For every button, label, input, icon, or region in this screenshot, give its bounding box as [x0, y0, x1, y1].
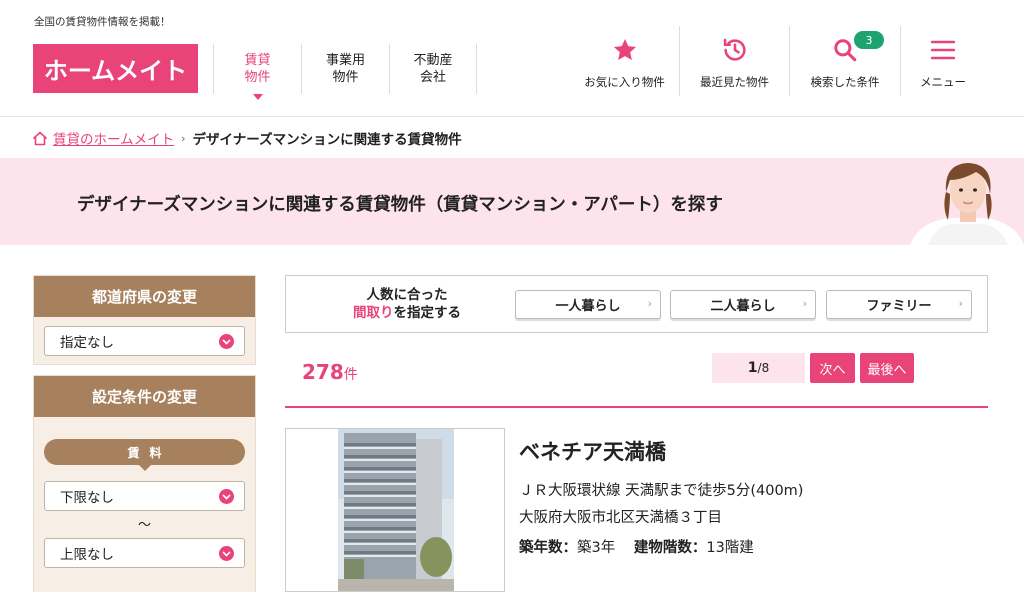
rent-min-value: 下限なし — [60, 490, 114, 506]
nav-real-estate-company[interactable]: 不動産 会社 — [389, 44, 477, 94]
menu-button[interactable]: メニュー — [901, 26, 985, 96]
total-pages: /8 — [757, 361, 770, 375]
favorites-label: お気に入り物件 — [584, 75, 665, 89]
prefecture-panel: 都道府県の変更 指定なし — [33, 275, 256, 365]
single-living-button[interactable]: 一人暮らし › — [515, 290, 661, 319]
floors-value: 13階建 — [706, 540, 754, 556]
rent-max-value: 上限なし — [60, 547, 114, 563]
layout-filter-box: 人数に合った 間取りを指定する 一人暮らし › 二人暮らし › ファミリー › — [285, 275, 988, 333]
chevron-right-icon: › — [958, 297, 963, 310]
rent-min-select[interactable]: 下限なし — [44, 481, 245, 511]
layout-label-highlight: 間取り — [353, 305, 394, 321]
breadcrumb-separator: › — [181, 131, 186, 145]
site-tagline: 全国の賃貸物件情報を掲載！ — [34, 16, 171, 28]
page-title: デザイナーズマンションに関連する賃貸物件（賃貸マンション・アパート）を探す — [77, 195, 723, 215]
next-page-button[interactable]: 次へ — [810, 353, 855, 383]
home-icon — [32, 131, 48, 146]
menu-label: メニュー — [920, 75, 966, 89]
nav-label-line1: 事業用 — [325, 53, 365, 68]
results-divider — [285, 406, 988, 408]
last-page-button[interactable]: 最後へ — [860, 353, 914, 383]
chevron-right-icon: › — [802, 297, 807, 310]
chevron-right-icon: › — [647, 297, 652, 310]
result-count-number: 278 — [302, 360, 344, 384]
chevron-down-icon — [219, 334, 234, 349]
breadcrumb: 賃貸のホームメイト › デザイナーズマンションに関連する賃貸物件 — [32, 128, 462, 148]
active-caret-icon — [252, 94, 263, 100]
recently-viewed-button[interactable]: 最近見た物件 — [680, 26, 789, 96]
chevron-down-icon — [219, 489, 234, 504]
range-tilde: ～ — [137, 518, 151, 533]
prefecture-select[interactable]: 指定なし — [44, 326, 245, 356]
nav-rental-property[interactable]: 賃貸 物件 — [213, 44, 301, 100]
favorites-button[interactable]: お気に入り物件 — [570, 26, 679, 96]
breadcrumb-current: デザイナーズマンションに関連する賃貸物件 — [192, 132, 462, 148]
main-nav: 賃貸 物件 事業用 物件 不動産 会社 — [213, 44, 477, 100]
nav-label-line2: 会社 — [419, 70, 446, 85]
utility-nav: お気に入り物件 最近見た物件 3 検索した条件 メニュー — [570, 26, 985, 96]
layout-label-line1: 人数に合った — [366, 287, 448, 303]
history-icon — [721, 35, 749, 65]
single-living-label: 一人暮らし — [555, 299, 621, 314]
rent-label-pill: 賃料 — [44, 439, 245, 471]
site-header: 全国の賃貸物件情報を掲載！ ホームメイト 賃貸 物件 事業用 物件 不動産 会社… — [0, 0, 1024, 117]
page-indicator: 1/8 — [712, 353, 805, 383]
conditions-panel: 設定条件の変更 賃料 下限なし ～ 上限なし — [33, 375, 256, 592]
nav-label-line2: 物件 — [244, 70, 271, 85]
saved-search-count-badge: 3 — [854, 31, 884, 49]
property-access: ＪＲ大阪環状線 天満駅まで徒歩5分(400m) — [519, 483, 804, 499]
recently-viewed-label: 最近見た物件 — [700, 75, 769, 89]
prefecture-panel-title: 都道府県の変更 — [34, 276, 255, 317]
mascot-person-image — [910, 163, 1024, 245]
rent-max-select[interactable]: 上限なし — [44, 538, 245, 568]
family-button[interactable]: ファミリー › — [826, 290, 972, 319]
result-count: 278件 — [302, 360, 358, 384]
prefecture-select-value: 指定なし — [60, 335, 114, 351]
age-label: 築年数： — [519, 540, 577, 556]
layout-label-rest: を指定する — [393, 305, 462, 321]
homemate-logo[interactable]: ホームメイト — [33, 44, 198, 93]
building-photo — [286, 429, 504, 591]
result-count-unit: 件 — [343, 367, 358, 383]
nav-label-line1: 不動産 — [413, 53, 453, 68]
chevron-down-icon — [219, 546, 234, 561]
property-thumbnail[interactable] — [285, 428, 505, 592]
rent-label: 賃料 — [127, 445, 172, 460]
age-value: 築3年 — [577, 540, 616, 556]
pill-caret-icon — [138, 465, 151, 471]
star-icon — [612, 35, 638, 65]
saved-search-button[interactable]: 3 検索した条件 — [790, 26, 900, 96]
layout-filter-label: 人数に合った 間取りを指定する — [342, 286, 472, 322]
couple-living-label: 二人暮らし — [710, 299, 776, 314]
page-banner: デザイナーズマンションに関連する賃貸物件（賃貸マンション・アパート）を探す — [0, 158, 1024, 245]
family-label: ファミリー — [866, 299, 932, 314]
floors-label: 建物階数： — [633, 540, 707, 556]
nav-label-line2: 物件 — [332, 70, 359, 85]
menu-icon — [930, 35, 956, 65]
current-page: 1 — [747, 360, 758, 376]
property-name[interactable]: ベネチア天満橋 — [519, 436, 666, 466]
nav-label-line1: 賃貸 — [244, 53, 271, 68]
breadcrumb-home-link[interactable]: 賃貸のホームメイト — [53, 128, 174, 148]
couple-living-button[interactable]: 二人暮らし › — [670, 290, 816, 319]
nav-business-property[interactable]: 事業用 物件 — [301, 44, 389, 94]
property-specs: 築年数：築3年 建物階数：13階建 — [519, 536, 754, 557]
property-address: 大阪府大阪市北区天満橋３丁目 — [519, 510, 722, 526]
conditions-panel-title: 設定条件の変更 — [34, 376, 255, 417]
saved-search-label: 検索した条件 — [810, 75, 880, 89]
